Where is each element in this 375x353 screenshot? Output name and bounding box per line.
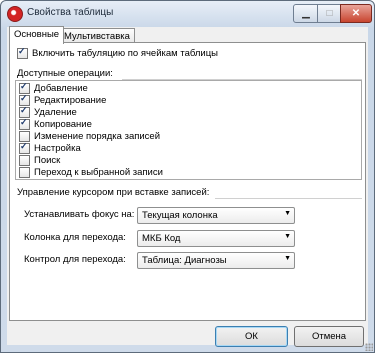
maximize-icon: □ <box>326 8 333 19</box>
op-label: Изменение порядка записей <box>34 131 161 142</box>
op-label: Копирование <box>34 119 92 130</box>
window-title: Свойства таблицы <box>27 7 114 18</box>
focus-label: Устанавливать фокус на: <box>24 209 135 220</box>
op-label: Удаление <box>34 107 77 118</box>
minimize-icon: ▁ <box>302 8 310 19</box>
title-bar[interactable]: Свойства таблицы ▁ □ ✕ <box>1 1 374 27</box>
tab-main[interactable]: Основные <box>9 26 65 44</box>
resize-grip-icon[interactable] <box>365 343 373 351</box>
op-reorder[interactable]: Изменение порядка записей <box>19 131 160 142</box>
checkbox-box[interactable] <box>19 167 30 178</box>
goto-control-select[interactable]: Таблица: Диагнозы ▼ <box>137 252 295 269</box>
select-value: Таблица: Диагнозы <box>142 255 227 266</box>
dialog-window: Свойства таблицы ▁ □ ✕ Основные Мультивс… <box>0 0 375 353</box>
minimize-button[interactable]: ▁ <box>293 4 319 23</box>
enable-tabulation-label: Включить табуляцию по ячейкам таблицы <box>32 48 218 59</box>
checkbox-box[interactable] <box>19 141 30 154</box>
op-label: Добавление <box>34 83 88 94</box>
close-icon: ✕ <box>351 8 361 19</box>
op-settings[interactable]: Настройка <box>19 141 81 154</box>
cursor-title: Управление курсором при вставке записей: <box>17 187 210 198</box>
op-search[interactable]: Поиск <box>19 155 60 166</box>
op-delete[interactable]: Удаление <box>19 105 77 118</box>
goto-column-select[interactable]: МКБ Код ▼ <box>137 230 295 247</box>
app-icon <box>7 6 23 22</box>
select-value: Текущая колонка <box>142 210 218 221</box>
chevron-down-icon: ▼ <box>284 233 291 240</box>
op-label: Поиск <box>34 155 61 166</box>
op-copy[interactable]: Копирование <box>19 117 92 130</box>
chevron-down-icon: ▼ <box>284 255 291 262</box>
maximize-button[interactable]: □ <box>317 4 342 23</box>
select-value: МКБ Код <box>142 233 181 244</box>
dialog-client-area: Основные Мультивставка Включить табуляци… <box>7 26 368 347</box>
cancel-button[interactable]: Отмена <box>294 326 364 347</box>
goto-column-label: Колонка для перехода: <box>24 232 126 243</box>
chevron-down-icon: ▼ <box>284 210 291 217</box>
op-label: Переход к выбранной записи <box>34 167 163 178</box>
ok-button[interactable]: ОК <box>215 326 288 347</box>
op-edit[interactable]: Редактирование <box>19 93 107 106</box>
tab-panel-main: Включить табуляцию по ячейкам таблицы До… <box>9 42 366 321</box>
checkbox-box[interactable] <box>19 117 30 130</box>
op-goto-record[interactable]: Переход к выбранной записи <box>19 167 163 178</box>
checkbox-box[interactable] <box>17 46 28 59</box>
op-label: Редактирование <box>34 95 107 106</box>
cursor-divider <box>215 198 362 199</box>
focus-select[interactable]: Текущая колонка ▼ <box>137 207 295 224</box>
goto-control-label: Контрол для перехода: <box>24 254 126 265</box>
enable-tabulation-checkbox[interactable]: Включить табуляцию по ячейкам таблицы <box>17 46 218 59</box>
ops-title: Доступные операции: <box>17 68 113 79</box>
op-label: Настройка <box>34 143 81 154</box>
close-button[interactable]: ✕ <box>340 4 372 23</box>
checkbox-box[interactable] <box>19 155 30 166</box>
operations-list[interactable]: Добавление Редактирование Удаление Копир… <box>15 80 362 180</box>
op-add[interactable]: Добавление <box>19 81 88 94</box>
